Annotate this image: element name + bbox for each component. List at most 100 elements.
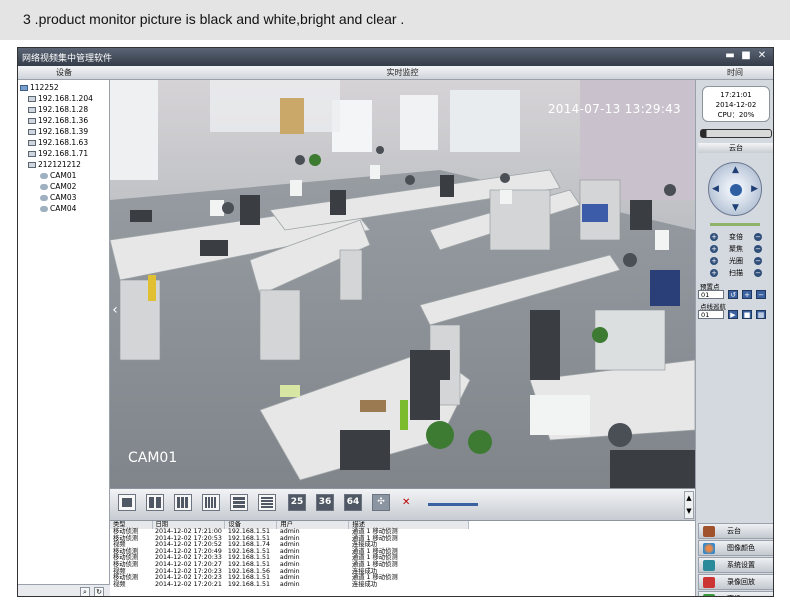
focus-row: + 聚焦 − — [710, 244, 762, 254]
tree-device[interactable]: 212121212 — [28, 160, 81, 169]
layout-4-button[interactable] — [146, 494, 164, 511]
cruise-grid-icon[interactable]: ▦ — [756, 310, 766, 319]
film-icon — [703, 577, 715, 588]
cruise-play-icon[interactable]: ▶ — [728, 310, 738, 319]
preset-remove-icon[interactable]: − — [756, 290, 766, 299]
layout-9-icon — [233, 497, 245, 508]
layout-36-button[interactable]: 36 — [316, 494, 334, 511]
top-banner: 3 .product monitor picture is black and … — [0, 0, 790, 40]
banner-text: 3 .product monitor picture is black and … — [23, 11, 405, 27]
ptz-joystick[interactable]: ▲ ▼ ◀ ▶ — [708, 162, 762, 216]
camera-icon — [40, 184, 48, 190]
layout-64-button[interactable]: 64 — [344, 494, 362, 511]
dvr-icon — [28, 162, 36, 168]
tree-root[interactable]: 112252 — [20, 83, 59, 92]
chevron-left-icon[interactable]: ‹ — [110, 290, 120, 330]
devices-header: 设备 — [18, 66, 110, 80]
video-camera-label: CAM01 — [128, 450, 178, 466]
iris-close-button[interactable]: − — [754, 257, 762, 265]
menu-advanced-button[interactable]: 高级 — [698, 591, 773, 596]
layout-1-icon — [122, 498, 132, 507]
iris-open-button[interactable]: + — [710, 257, 718, 265]
tree-device[interactable]: 192.168.1.36 — [28, 116, 88, 125]
layout-6-button[interactable] — [174, 494, 192, 511]
layout-16-button[interactable] — [258, 494, 276, 511]
focus-label: 聚焦 — [729, 245, 743, 253]
layout-toolbar: 25 36 64 ✣ ✕ ▲ ▼ — [110, 488, 695, 520]
fullscreen-icon[interactable]: ✣ — [372, 494, 390, 511]
layout-9-button[interactable] — [230, 494, 248, 511]
event-log: 类型 日期 设备 用户 描述 移动侦测 2014-12-02 17:21:00 19… — [110, 520, 695, 596]
minimize-button[interactable]: ▬ — [723, 49, 737, 63]
close-button[interactable]: ✕ — [755, 49, 769, 63]
table-cell: 192.168.1.51 — [227, 580, 270, 588]
refresh-icon[interactable]: ↻ — [94, 587, 104, 596]
window-title: 网络视频集中管理软件 — [22, 54, 113, 64]
focus-out-button[interactable]: − — [754, 245, 762, 253]
title-bar: 网络视频集中管理软件 ▬ ■ ✕ — [18, 48, 773, 66]
mute-icon[interactable]: ✕ — [402, 497, 416, 509]
cruise-select[interactable]: 01 — [698, 310, 724, 319]
layout-6-icon — [177, 497, 189, 508]
layout-8-icon — [205, 497, 217, 508]
log-scroll-arrows[interactable]: ▲ ▼ — [684, 491, 694, 519]
tree-device[interactable]: 192.168.1.28 — [28, 105, 88, 114]
layout-4-icon — [149, 497, 161, 508]
preset-add-icon[interactable]: + — [742, 290, 752, 299]
menu-image-color-button[interactable]: 图像颜色 — [698, 540, 773, 556]
control-panel: 17:21:01 2014-12-02 CPU：20% 云台 ▲ ▼ ◀ ▶ +… — [695, 80, 773, 596]
tree-device[interactable]: 192.168.1.71 — [28, 149, 88, 158]
ptz-icon — [703, 526, 715, 537]
tree-camera[interactable]: CAM03 — [40, 193, 76, 202]
zoom-row: + 变倍 − — [710, 232, 762, 242]
layout-1-button[interactable] — [118, 494, 136, 511]
ptz-speed-slider[interactable] — [710, 223, 760, 226]
iris-label: 光圈 — [729, 257, 743, 265]
camera-icon — [40, 195, 48, 201]
table-cell: admin — [279, 580, 300, 588]
scan-label: 扫描 — [729, 269, 743, 277]
scan-stop-button[interactable]: − — [754, 269, 762, 277]
menu-system-settings-button[interactable]: 系统设置 — [698, 557, 773, 573]
zoom-in-button[interactable]: + — [710, 233, 718, 241]
progress-bar — [700, 129, 772, 138]
tree-camera[interactable]: CAM04 — [40, 204, 76, 213]
download-icon — [703, 594, 715, 596]
focus-in-button[interactable]: + — [710, 245, 718, 253]
layout-16-icon — [261, 497, 273, 508]
cruise-stop-icon[interactable]: ■ — [742, 310, 752, 319]
ptz-center-icon[interactable] — [728, 182, 744, 198]
tree-device[interactable]: 192.168.1.39 — [28, 127, 88, 136]
preset-call-icon[interactable]: ↺ — [728, 290, 738, 299]
scan-start-button[interactable]: + — [710, 269, 718, 277]
table-row[interactable]: 视频 2014-12-02 17:20:21 192.168.1.51 admin 连接… — [110, 580, 469, 589]
time-header: 时间 — [695, 66, 773, 80]
tree-camera[interactable]: CAM01 — [40, 171, 76, 180]
camera-icon — [40, 206, 48, 212]
arrow-down-icon[interactable]: ▼ — [732, 203, 739, 213]
search-icon[interactable]: ⌕ — [80, 587, 90, 596]
volume-slider[interactable] — [428, 503, 478, 506]
settings-icon — [703, 560, 715, 571]
menu-ptz-button[interactable]: 云台 — [698, 523, 773, 539]
office-scene — [110, 80, 695, 488]
layout-25-button[interactable]: 25 — [288, 494, 306, 511]
preset-select[interactable]: 01 — [698, 290, 724, 299]
table-cell: 2014-12-02 17:20:21 — [155, 580, 222, 588]
layout-8-button[interactable] — [202, 494, 220, 511]
live-video-view[interactable]: 2014-07-13 13:29:43 CAM01 ‹ — [110, 80, 695, 488]
maximize-button[interactable]: ■ — [739, 49, 753, 63]
arrow-left-icon[interactable]: ◀ — [712, 184, 719, 194]
live-header: 实时监控 — [110, 66, 695, 80]
camera-icon — [40, 173, 48, 179]
zoom-out-button[interactable]: − — [754, 233, 762, 241]
arrow-up-icon[interactable]: ▲ — [732, 165, 739, 175]
tree-camera[interactable]: CAM02 — [40, 182, 76, 191]
tree-device[interactable]: 192.168.1.204 — [28, 94, 93, 103]
scan-row: + 扫描 − — [710, 268, 762, 278]
menu-playback-button[interactable]: 录像回放 — [698, 574, 773, 590]
tree-footer: ⌕ ↻ — [18, 584, 110, 596]
zoom-label: 变倍 — [729, 233, 743, 241]
arrow-right-icon[interactable]: ▶ — [751, 184, 758, 194]
tree-device[interactable]: 192.168.1.63 — [28, 138, 88, 147]
